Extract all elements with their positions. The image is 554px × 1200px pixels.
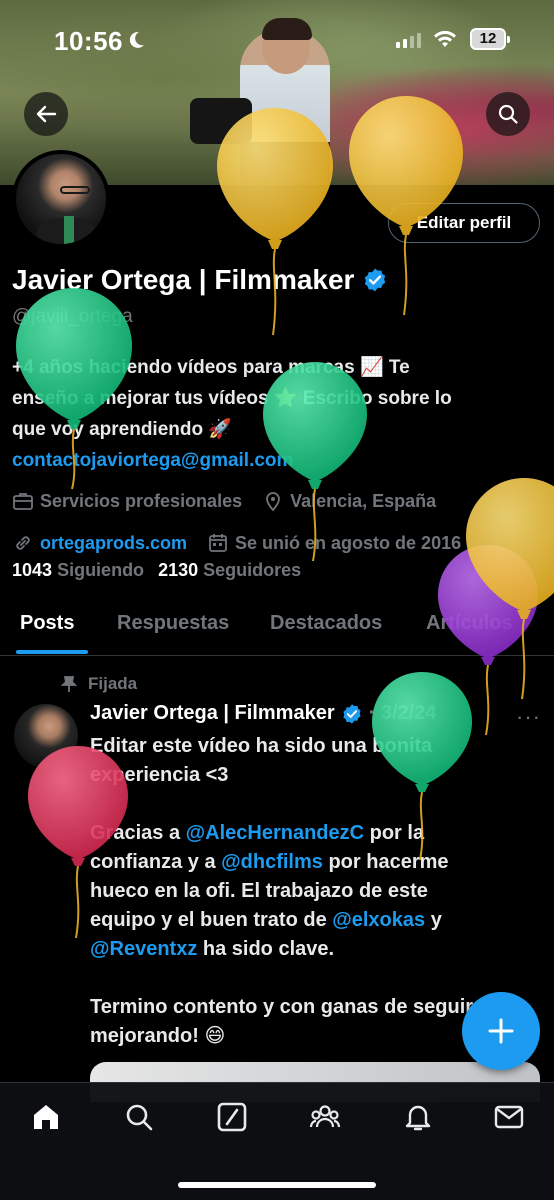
bio-line: +4 años haciendo vídeos para marcas 📈 Te [12,357,410,378]
compose-post-button[interactable] [462,992,540,1070]
post-text-segment: Gracias a [90,822,186,844]
mention-link[interactable]: @dhcfilms [221,851,323,873]
link-icon [16,536,30,550]
mention-link[interactable]: @elxokas [332,909,425,931]
back-button[interactable] [24,92,68,136]
search-button[interactable] [486,92,530,136]
post-text-segment: equipo y el buen trato de [90,909,333,931]
mention-link[interactable]: @Reventxz [90,938,197,960]
grok-icon[interactable] [216,1101,248,1133]
post-more-button[interactable]: ··· [516,704,541,730]
post-header: Javier Ortega | Filmmaker · 3/2/24 [90,702,436,725]
meta-website-link[interactable]: ortegaprods.com [40,533,187,554]
post-line: Gracias a @AlecHernandezC por la [90,819,540,848]
profile-tabs: Posts Respuestas Destacados Artículos [0,600,554,656]
post-line: hueco en la ofi. El trabajazo de este [90,880,428,902]
followers-count: 2130 [158,560,199,580]
post-line: equipo y el buen trato de @elxokas y [90,906,540,935]
meta-joined: Se unió en agosto de 2016 [207,532,461,554]
post-text-segment: por la [364,822,425,844]
notifications-icon[interactable] [402,1101,434,1133]
profile-handle: @javiii_ortega [12,306,133,327]
bio-line: que voy aprendiendo 🚀 [12,419,233,440]
following-count: 1043 [12,560,53,580]
messages-icon[interactable] [493,1101,525,1133]
pin-icon [60,676,78,692]
profile-avatar[interactable] [12,150,110,248]
post-blank-line [90,790,540,819]
pinned-text: Fijada [88,674,138,693]
meta-website[interactable]: ortegaprods.com [12,532,187,554]
pinned-label: Fijada [60,674,137,694]
verified-badge-icon [342,703,361,724]
meta-category-label: Servicios profesionales [40,490,243,511]
back-arrow-icon [36,105,57,123]
meta-location-label: Valencia, España [290,490,437,511]
profile-name-row: Javier Ortega | Filmmaker [12,264,388,296]
post-author-avatar[interactable] [14,704,78,768]
profile-meta: Servicios profesionales Valencia, España… [12,480,481,564]
calendar-icon [209,534,227,552]
post-text-segment: y [425,909,442,931]
status-time: 10:56 [54,26,123,56]
post-line: @Reventxz ha sido clave. [90,935,540,964]
cellular-signal-icon [396,32,421,48]
avatar-lanyard [64,216,74,244]
post-blank-line [90,964,540,993]
edit-profile-button[interactable]: Editar perfil [388,203,540,243]
post-author-name[interactable]: Javier Ortega | Filmmaker [90,702,335,725]
bio-line: enseño a mejorar tus vídeos ⭐ Escribo so… [12,388,452,409]
post-line: Editar este vídeo ha sido una bonita [90,735,433,757]
following-label: Siguiendo [57,560,145,580]
profile-name: Javier Ortega | Filmmaker [12,264,355,295]
post-line: confianza y a @dhcfilms por hacerme [90,848,540,877]
profile-bio: +4 años haciendo vídeos para marcas 📈 Te… [12,352,542,476]
following-stat[interactable]: 1043 Siguiendo [12,560,144,581]
post-text-segment: confianza y a [90,851,222,873]
followers-label: Seguidores [203,560,302,580]
avatar-glasses [60,186,90,194]
meta-category: Servicios profesionales [12,490,242,512]
tab-destacados[interactable]: Destacados [270,612,382,635]
status-bar: 10:56 12 [0,0,554,84]
communities-icon[interactable] [309,1101,341,1133]
followers-stat[interactable]: 2130 Seguidores [158,560,301,581]
verified-badge-icon[interactable] [362,267,388,293]
tab-posts[interactable]: Posts [20,612,74,635]
moon-icon [129,31,144,48]
tab-articulos[interactable]: Artículos [426,612,513,635]
briefcase-icon [13,493,33,510]
tab-respuestas[interactable]: Respuestas [117,612,229,635]
search-icon [498,104,518,124]
location-pin-icon [266,492,280,512]
post-line: experiencia <3 [90,764,229,786]
home-indicator [178,1182,376,1188]
bio-email-link[interactable]: contactojaviortega@gmail.com [12,445,542,476]
search-icon[interactable] [123,1101,155,1133]
active-tab-indicator [16,650,88,654]
plus-icon [488,1018,514,1044]
banner-camera [190,98,252,144]
meta-joined-label: Se unió en agosto de 2016 [235,532,462,553]
post-date: · 3/2/24 [368,702,437,724]
post-text-segment: por hacerme [322,851,449,873]
home-icon[interactable] [30,1101,62,1133]
wifi-icon [434,30,456,47]
post-text-segment: ha sido clave. [197,938,335,960]
meta-location: Valencia, España [262,490,436,512]
mention-link[interactable]: @AlecHernandezC [186,822,364,844]
follow-stats: 1043 Siguiendo 2130 Seguidores [12,560,301,581]
battery-indicator: 12 [470,28,510,50]
